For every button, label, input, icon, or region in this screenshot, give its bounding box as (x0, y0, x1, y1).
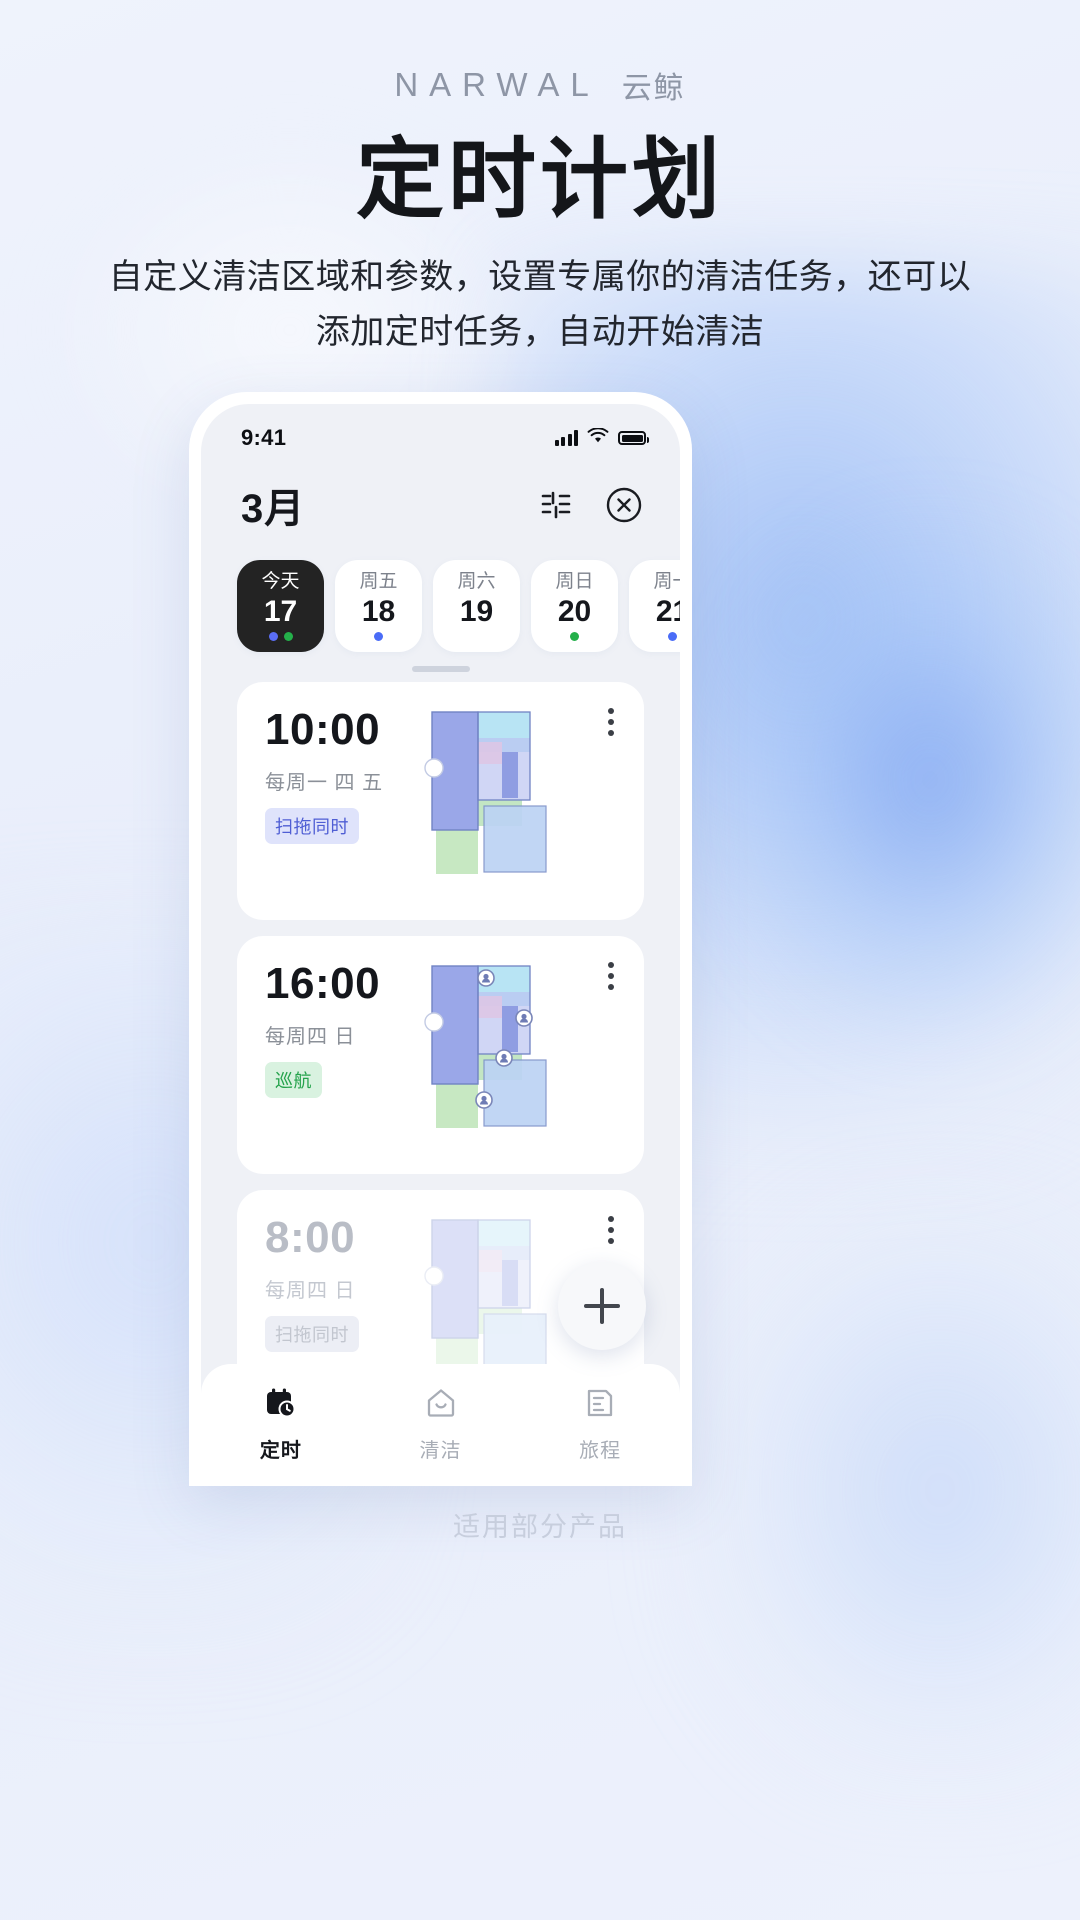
date-weekday: 周日 (555, 571, 594, 592)
date-chip-21[interactable]: 周一21 (629, 560, 680, 652)
home-icon (424, 1386, 458, 1425)
date-number: 21 (655, 594, 680, 628)
date-event-dots (570, 632, 579, 642)
tab-schedule[interactable]: 定时 (201, 1386, 361, 1463)
date-chip-18[interactable]: 周五 18 (335, 560, 422, 652)
date-event-dots (374, 632, 383, 642)
status-bar: 9:41 (201, 404, 680, 462)
date-number: 20 (557, 594, 592, 628)
task-card[interactable]: 10:00 每周一 四 五扫拖同时 (237, 682, 644, 920)
task-mode-badge: 巡航 (265, 1062, 322, 1098)
phone-screen: 9:41 3月 今天 17 周五 18 周六 19 周日 20 周 2 10:0… (201, 404, 680, 1486)
tab-label: 定时 (259, 1440, 302, 1462)
date-weekday: 今天 (261, 571, 300, 592)
task-mode-badge: 扫拖同时 (265, 1316, 359, 1352)
page-title: 定时计划 (355, 130, 724, 229)
date-number: 18 (361, 594, 396, 628)
date-chip-19[interactable]: 周六 19 (433, 560, 520, 652)
promo-page: NARWAL 云鲸 定时计划 自定义清洁区域和参数，设置专属你的清洁任务，还可以… (0, 0, 1080, 1920)
calendar-clock-icon (264, 1386, 298, 1425)
screen-header: 3月 (201, 462, 680, 534)
footer-note: 适用部分产品 (453, 1512, 627, 1542)
tab-clean[interactable]: 清洁 (361, 1386, 521, 1463)
date-chip-17[interactable]: 今天 17 (237, 560, 324, 652)
tab-label: 清洁 (419, 1440, 462, 1462)
tab-label: 旅程 (579, 1440, 622, 1462)
month-title: 3月 (241, 487, 306, 531)
date-selector[interactable]: 今天17周五18周六19周日20周一21 (201, 534, 680, 652)
brand-chinese-name: 云鲸 (621, 72, 686, 105)
date-number: 19 (459, 594, 494, 628)
tab-journey[interactable]: 旅程 (520, 1386, 680, 1463)
bottom-tab-bar[interactable]: 定时 清洁 旅程 (201, 1364, 680, 1486)
floorplan-map-thumbnail (424, 706, 584, 901)
sort-list-icon[interactable] (536, 485, 576, 525)
journey-icon (583, 1386, 617, 1425)
date-weekday: 周五 (359, 571, 398, 592)
wifi-icon (587, 426, 609, 449)
date-chip-20[interactable]: 周日 20 (531, 560, 618, 652)
date-weekday: 周一 (653, 571, 680, 592)
date-number: 17 (263, 594, 298, 628)
more-options-icon[interactable] (608, 962, 614, 990)
more-options-icon[interactable] (608, 708, 614, 736)
close-circle-icon[interactable] (604, 485, 644, 525)
brand-lockup: NARWAL 云鲸 (0, 63, 1080, 107)
floorplan-map-thumbnail (424, 960, 584, 1155)
date-event-dots (668, 632, 677, 642)
date-event-dots (268, 632, 293, 642)
status-time: 9:41 (241, 425, 287, 450)
task-card[interactable]: 16:00 每周四 日巡航 (237, 936, 644, 1174)
task-mode-badge: 扫拖同时 (265, 808, 359, 844)
date-weekday: 周六 (457, 571, 496, 592)
add-task-button[interactable] (558, 1262, 646, 1350)
battery-icon (618, 431, 649, 445)
cellular-signal-icon (554, 430, 578, 446)
page-subtitle: 自定义清洁区域和参数，设置专属你的清洁任务，还可以添加定时任务，自动开始清洁 (108, 258, 972, 352)
brand-wordmark: NARWAL (394, 66, 600, 103)
phone-mockup: 9:41 3月 今天 17 周五 18 周六 19 周日 20 周 2 10:0… (189, 392, 692, 1486)
more-options-icon[interactable] (608, 1216, 614, 1244)
